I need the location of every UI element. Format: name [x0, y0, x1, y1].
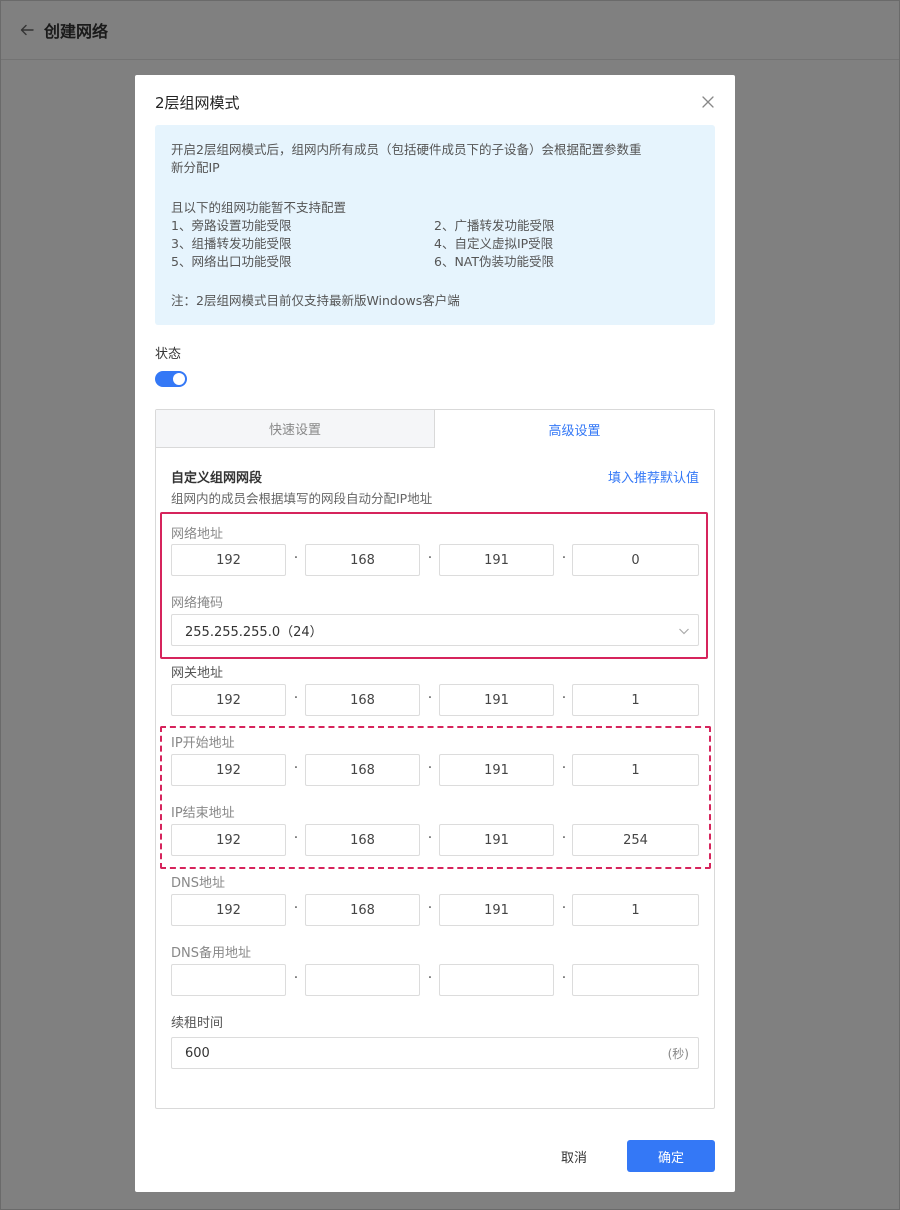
dns-backup-label: DNS备用地址: [171, 946, 251, 961]
tab-quick-settings[interactable]: 快速设置: [156, 410, 435, 448]
octet-separator: ·: [293, 550, 299, 566]
ip-end-octet-2[interactable]: 168: [305, 824, 420, 856]
notice-item: 6、NAT伪装功能受限: [434, 254, 555, 269]
ip-end-label: IP结束地址: [171, 806, 235, 821]
notice-item: 5、网络出口功能受限: [171, 254, 292, 269]
section-description: 组网内的成员会根据填写的网段自动分配IP地址: [171, 491, 433, 506]
network-address-octet-2[interactable]: 168: [305, 544, 420, 576]
layer2-mode-dialog: 2层组网模式 开启2层组网模式后，组网内所有成员（包括硬件成员下的子设备）会根据…: [135, 75, 735, 1192]
info-notice: 开启2层组网模式后，组网内所有成员（包括硬件成员下的子设备）会根据配置参数重 新…: [155, 125, 715, 325]
gateway-label: 网关地址: [171, 666, 224, 681]
dns-octet-4[interactable]: 1: [572, 894, 699, 926]
confirm-button[interactable]: 确定: [627, 1140, 715, 1172]
octet-separator: ·: [427, 760, 433, 776]
octet-separator: ·: [561, 550, 567, 566]
network-address-octet-1[interactable]: 192: [171, 544, 286, 576]
octet-separator: ·: [427, 830, 433, 846]
dns-octet-2[interactable]: 168: [305, 894, 420, 926]
back-arrow-icon[interactable]: [18, 21, 36, 39]
tab-advanced-settings[interactable]: 高级设置: [435, 410, 714, 448]
notice-unsupported-title: 且以下的组网功能暂不支持配置: [171, 200, 347, 215]
notice-line: 开启2层组网模式后，组网内所有成员（包括硬件成员下的子设备）会根据配置参数重: [171, 142, 642, 157]
fill-defaults-link[interactable]: 填入推荐默认值: [608, 467, 699, 486]
octet-separator: ·: [293, 830, 299, 846]
netmask-label: 网络掩码: [171, 596, 224, 611]
ip-end-octet-1[interactable]: 192: [171, 824, 286, 856]
octet-separator: ·: [293, 760, 299, 776]
octet-separator: ·: [293, 690, 299, 706]
ip-start-label: IP开始地址: [171, 736, 235, 751]
section-title: 自定义组网网段: [171, 471, 263, 486]
gateway-octet-4[interactable]: 1: [572, 684, 699, 716]
octet-separator: ·: [561, 690, 567, 706]
gateway-octet-3[interactable]: 191: [439, 684, 554, 716]
octet-separator: ·: [427, 900, 433, 916]
gateway-octet-1[interactable]: 192: [171, 684, 286, 716]
dns-backup-octet-1[interactable]: [171, 964, 286, 996]
network-address-octet-4[interactable]: 0: [572, 544, 699, 576]
top-bar: 创建网络: [0, 0, 900, 60]
octet-separator: ·: [561, 970, 567, 986]
notice-line: 新分配IP: [171, 160, 220, 175]
lease-time-value: 600: [185, 1045, 210, 1061]
octet-separator: ·: [561, 900, 567, 916]
dns-backup-octet-4[interactable]: [572, 964, 699, 996]
dns-backup-octet-2[interactable]: [305, 964, 420, 996]
ip-end-octet-3[interactable]: 191: [439, 824, 554, 856]
octet-separator: ·: [293, 970, 299, 986]
network-address-label: 网络地址: [171, 527, 224, 542]
ip-end-octet-4[interactable]: 254: [572, 824, 699, 856]
ip-start-octet-3[interactable]: 191: [439, 754, 554, 786]
netmask-select[interactable]: 255.255.255.0（24）: [171, 614, 699, 646]
octet-separator: ·: [561, 830, 567, 846]
octet-separator: ·: [293, 900, 299, 916]
dns-label: DNS地址: [171, 876, 225, 891]
ip-start-octet-1[interactable]: 192: [171, 754, 286, 786]
notice-item: 3、组播转发功能受限: [171, 236, 292, 251]
gateway-octet-2[interactable]: 168: [305, 684, 420, 716]
notice-item: 4、自定义虚拟IP受限: [434, 236, 554, 251]
page-title: 创建网络: [44, 21, 109, 41]
notice-note: 注：2层组网模式目前仅支持最新版Windows客户端: [171, 293, 460, 308]
octet-separator: ·: [561, 760, 567, 776]
dns-octet-1[interactable]: 192: [171, 894, 286, 926]
ip-start-octet-4[interactable]: 1: [572, 754, 699, 786]
octet-separator: ·: [427, 970, 433, 986]
chevron-down-icon: [678, 625, 690, 637]
dialog-title: 2层组网模式: [155, 94, 240, 112]
network-address-octet-3[interactable]: 191: [439, 544, 554, 576]
dns-octet-3[interactable]: 191: [439, 894, 554, 926]
notice-item: 1、旁路设置功能受限: [171, 218, 292, 233]
status-toggle[interactable]: [155, 371, 187, 387]
octet-separator: ·: [427, 690, 433, 706]
lease-time-input[interactable]: 600 (秒): [171, 1037, 699, 1069]
status-label: 状态: [155, 347, 182, 362]
octet-separator: ·: [427, 550, 433, 566]
ip-start-octet-2[interactable]: 168: [305, 754, 420, 786]
close-icon[interactable]: [701, 94, 715, 108]
notice-item: 2、广播转发功能受限: [434, 218, 555, 233]
dns-backup-octet-3[interactable]: [439, 964, 554, 996]
lease-time-unit: (秒): [667, 1047, 689, 1061]
netmask-value: 255.255.255.0（24）: [185, 624, 323, 640]
cancel-button[interactable]: 取消: [534, 1140, 614, 1172]
settings-panel: 快速设置 高级设置 自定义组网网段 组网内的成员会根据填写的网段自动分配IP地址…: [155, 409, 715, 1109]
lease-time-label: 续租时间: [171, 1016, 224, 1031]
